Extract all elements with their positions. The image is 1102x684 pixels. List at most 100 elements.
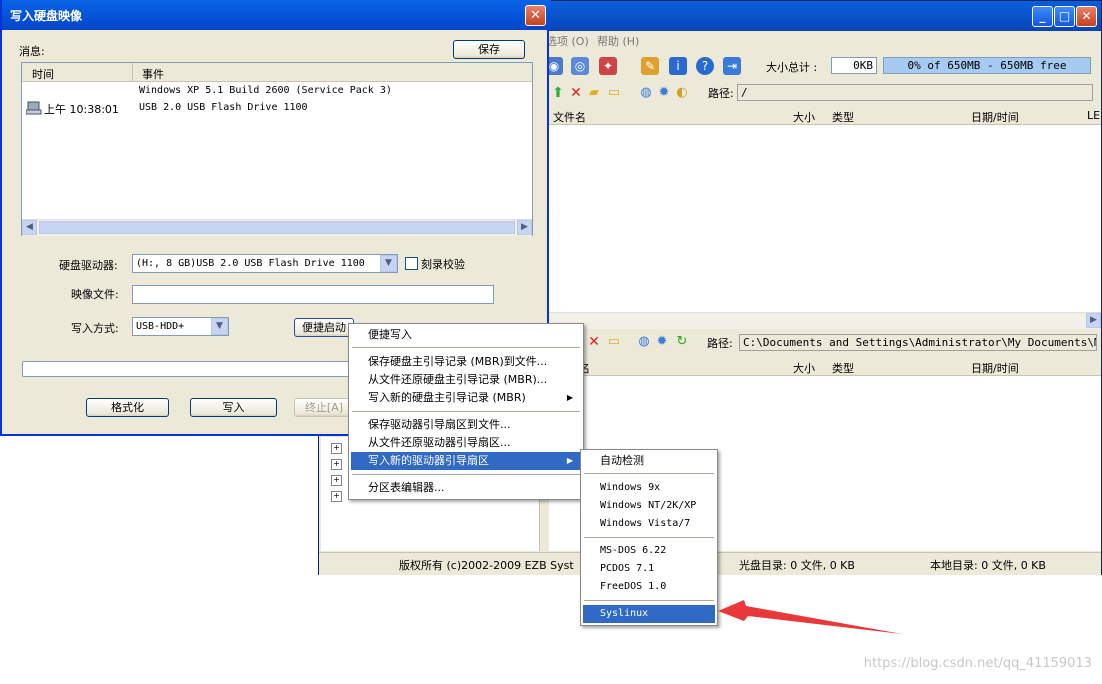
- delete-icon[interactable]: ✕: [567, 84, 585, 102]
- burn-icon[interactable]: ✦: [599, 57, 617, 75]
- boot-sector-submenu: 自动检测 Windows 9x Windows NT/2K/XP Windows…: [580, 449, 718, 626]
- maximize-button[interactable]: □: [1054, 6, 1075, 27]
- upper-file-list[interactable]: [549, 125, 1101, 312]
- help-icon[interactable]: ?: [696, 57, 714, 75]
- dialog-close-button[interactable]: ✕: [525, 5, 546, 26]
- menu-msdos[interactable]: MS-DOS 6.22: [583, 542, 715, 560]
- menu-syslinux[interactable]: Syslinux: [583, 605, 715, 623]
- col-datetime[interactable]: 日期/时间: [971, 360, 1019, 376]
- col-time[interactable]: 时间: [32, 66, 54, 82]
- col-size[interactable]: 大小: [793, 109, 815, 125]
- save-button[interactable]: 保存: [453, 40, 525, 59]
- properties-icon[interactable]: ◐: [673, 84, 691, 102]
- menu-write-mbr-label: 写入新的硬盘主引导记录 (MBR): [368, 391, 526, 404]
- log-time: 上午 10:38:01: [44, 103, 119, 116]
- menu-separator: [584, 537, 714, 538]
- verify-checkbox[interactable]: [405, 257, 418, 270]
- tree-expand-icon[interactable]: +: [331, 459, 342, 470]
- disk-drive-label: 硬盘驱动器:: [59, 259, 118, 272]
- tree-expand-icon[interactable]: +: [331, 491, 342, 502]
- options-icon[interactable]: ✎: [641, 57, 659, 75]
- col-datetime[interactable]: 日期/时间: [971, 109, 1019, 125]
- up-arrow-icon[interactable]: ⬆: [549, 84, 567, 102]
- log-event: USB 2.0 USB Flash Drive 1100: [139, 102, 308, 113]
- computer-icon: [25, 101, 42, 115]
- lower-folder-icon[interactable]: ▭: [605, 333, 623, 351]
- image-file-field[interactable]: [132, 285, 494, 304]
- col-le[interactable]: LE: [1087, 109, 1100, 122]
- size-total-label: 大小总计 :: [766, 61, 818, 74]
- boot-context-menu: 便捷写入 保存硬盘主引导记录 (MBR)到文件... 从文件还原硬盘主引导记录 …: [348, 323, 584, 500]
- disk-drive-select[interactable]: (H:, 8 GB)USB 2.0 USB Flash Drive 1100: [132, 254, 398, 273]
- menu-separator: [352, 411, 580, 412]
- menu-restore-mbr[interactable]: 从文件还原硬盘主引导记录 (MBR)...: [351, 371, 581, 389]
- red-arrow-shape: [718, 600, 902, 634]
- image-file-label: 映像文件:: [71, 288, 119, 301]
- col-filename[interactable]: 文件名: [553, 109, 586, 125]
- scroll-right-button[interactable]: ▶: [517, 220, 532, 235]
- menu-auto-detect[interactable]: 自动检测: [583, 452, 715, 470]
- new-folder-icon[interactable]: ▰: [585, 84, 603, 102]
- scroll-left-button[interactable]: ◀: [22, 220, 37, 235]
- upper-path-label: 路径:: [708, 87, 734, 100]
- menu-freedos[interactable]: FreeDOS 1.0: [583, 578, 715, 596]
- menu-separator: [352, 347, 580, 348]
- verify-label: 刻录校验: [421, 258, 465, 271]
- status-disc-dir: 光盘目录: 0 文件, 0 KB: [739, 559, 855, 572]
- main-close-button[interactable]: ✕: [1076, 6, 1097, 27]
- format-button[interactable]: 格式化: [86, 398, 169, 417]
- scroll-thumb[interactable]: [39, 221, 515, 234]
- lower-toolbar: ✕ ▭ ◍ ✹ ↻ 路径: C:\Documents and Settings\…: [549, 331, 1101, 353]
- chevron-down-icon[interactable]: ▼: [211, 318, 228, 335]
- submenu-arrow-icon: ▶: [566, 393, 573, 402]
- folder-icon[interactable]: ▭: [605, 84, 623, 102]
- menu-quick-write[interactable]: 便捷写入: [351, 326, 581, 344]
- menu-separator: [584, 600, 714, 601]
- gear-icon[interactable]: ✹: [655, 84, 673, 102]
- menu-winnt[interactable]: Windows NT/2K/XP: [583, 497, 715, 515]
- lower-delete-icon[interactable]: ✕: [585, 333, 603, 351]
- lower-path-field[interactable]: C:\Documents and Settings\Administrator\…: [739, 334, 1097, 351]
- menu-separator: [352, 474, 580, 475]
- column-divider[interactable]: [132, 63, 133, 81]
- menu-win9x[interactable]: Windows 9x: [583, 479, 715, 497]
- col-type[interactable]: 类型: [832, 360, 854, 376]
- lower-globe-icon[interactable]: ◍: [635, 333, 653, 351]
- tree-expand-icon[interactable]: +: [331, 443, 342, 454]
- lower-gear-icon[interactable]: ✹: [653, 333, 671, 351]
- menu-restore-boot-sector[interactable]: 从文件还原驱动器引导扇区...: [351, 434, 581, 452]
- scroll-right-button[interactable]: ▶: [1086, 313, 1101, 328]
- minimize-button[interactable]: _: [1032, 6, 1053, 27]
- messages-label: 消息:: [19, 45, 45, 58]
- watermark: https://blog.csdn.net/qq_41159013: [863, 656, 1092, 671]
- exit-icon[interactable]: ⇥: [723, 57, 741, 75]
- menu-save-mbr[interactable]: 保存硬盘主引导记录 (MBR)到文件...: [351, 353, 581, 371]
- menu-save-boot-sector[interactable]: 保存驱动器引导扇区到文件...: [351, 416, 581, 434]
- tree-expand-icon[interactable]: +: [331, 475, 342, 486]
- message-log[interactable]: 时间 事件 Windows XP 5.1 Build 2600 (Service…: [21, 62, 533, 236]
- upper-hscrollbar[interactable]: ▶: [549, 312, 1101, 329]
- chevron-down-icon[interactable]: ▼: [380, 255, 397, 272]
- submenu-arrow-icon: ▶: [566, 456, 573, 465]
- menu-partition-editor[interactable]: 分区表编辑器...: [351, 479, 581, 497]
- progress-bar: [22, 361, 354, 377]
- menu-write-mbr[interactable]: 写入新的硬盘主引导记录 (MBR) ▶: [351, 389, 581, 407]
- virtual-drive-icon[interactable]: ◎: [571, 57, 589, 75]
- menu-help[interactable]: 帮助 (H): [597, 33, 639, 49]
- refresh-icon[interactable]: ↻: [673, 333, 691, 351]
- globe-icon[interactable]: ◍: [637, 84, 655, 102]
- menu-pcdos[interactable]: PCDOS 7.1: [583, 560, 715, 578]
- boot-button[interactable]: 便捷启动: [294, 318, 354, 337]
- col-type[interactable]: 类型: [832, 109, 854, 125]
- col-size[interactable]: 大小: [793, 360, 815, 376]
- stop-button[interactable]: 终止[A]: [294, 398, 354, 417]
- menu-vista7[interactable]: Windows Vista/7: [583, 515, 715, 533]
- log-hscrollbar[interactable]: ◀ ▶: [22, 219, 532, 236]
- write-button[interactable]: 写入: [190, 398, 277, 417]
- menu-options[interactable]: 选项 (O): [546, 33, 589, 49]
- menu-write-boot-sector[interactable]: 写入新的驱动器引导扇区 ▶: [351, 452, 581, 470]
- upper-path-field[interactable]: /: [737, 84, 1093, 101]
- col-event[interactable]: 事件: [142, 66, 164, 82]
- info-icon[interactable]: i: [669, 57, 687, 75]
- red-arrow-annotation: [718, 600, 902, 634]
